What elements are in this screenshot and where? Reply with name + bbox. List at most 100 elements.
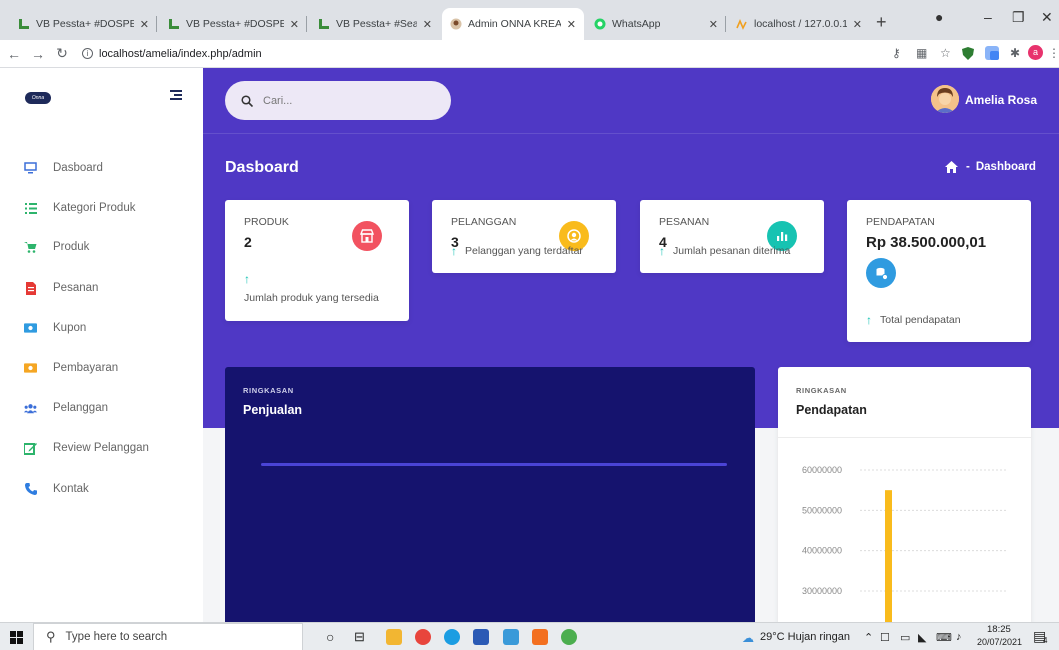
breadcrumb: - Dashboard [945, 161, 1036, 173]
document-icon [24, 281, 37, 295]
stat-card-pesanan: PESANAN 4 ↑ Jumlah pesanan diterima [640, 200, 824, 273]
panel-caption: RINGKASAN [243, 386, 294, 395]
weather-icon[interactable]: ☁ [742, 631, 754, 645]
logo[interactable]: Onna [25, 92, 51, 104]
sidebar-item-produk[interactable]: Produk [0, 235, 203, 259]
app-icon[interactable] [561, 629, 577, 645]
clock-date[interactable]: 20/07/2021 [977, 637, 1022, 647]
sidebar-item-label: Kontak [53, 483, 89, 495]
chart-bar[interactable] [885, 490, 892, 622]
site-info-icon[interactable]: i [82, 48, 93, 59]
taskbar-search[interactable]: ⚲ Type here to search [33, 623, 303, 650]
key-icon[interactable]: ⚷ [892, 46, 901, 60]
user-name[interactable]: Amelia Rosa [965, 93, 1037, 107]
extensions-puzzle-icon[interactable]: ✱ [1010, 46, 1020, 60]
main-content: Cari... Amelia Rosa Dasboard - Dashboard… [203, 68, 1059, 622]
edit-icon [24, 442, 37, 455]
browser-tab[interactable]: VB Pessta+ #DOSPEM ✕ [10, 8, 157, 40]
sidebar-item-pelanggan[interactable]: Pelanggan [0, 396, 203, 420]
browser-tab[interactable]: VB Pessta+ #DOSPEM ✕ [160, 8, 307, 40]
list-icon [24, 202, 37, 215]
home-icon[interactable] [945, 161, 958, 173]
y-tick-label: 40000000 [802, 546, 842, 556]
browser-tab-active[interactable]: Admin ONNA KREASI ✕ [442, 8, 584, 40]
phpmyadmin-icon [736, 18, 747, 30]
cortana-icon[interactable]: ○ [326, 629, 334, 645]
arrow-up-icon: ↑ [244, 272, 250, 286]
profile-avatar-icon[interactable]: a [1028, 45, 1043, 60]
new-tab-button[interactable]: + [876, 12, 887, 33]
forward-icon[interactable]: → [28, 46, 48, 62]
network-icon[interactable]: ◣ [918, 631, 926, 644]
tab-close-icon[interactable]: ✕ [567, 18, 576, 31]
browser-tab[interactable]: localhost / 127.0.0.1 / ✕ [728, 8, 870, 40]
tab-close-icon[interactable]: ✕ [290, 18, 299, 31]
restore-button[interactable]: ❐ [1012, 9, 1025, 26]
sidebar-item-kategori-produk[interactable]: Kategori Produk [0, 196, 203, 220]
tab-title: WhatsApp [612, 18, 661, 30]
translate-extension-icon[interactable] [985, 46, 999, 60]
xampp-icon[interactable] [532, 629, 548, 645]
breadcrumb-current[interactable]: Dashboard [976, 161, 1036, 173]
stat-label: PENDAPATAN [866, 216, 935, 228]
tab-separator [306, 16, 307, 32]
tab-separator [156, 16, 157, 32]
volume-icon[interactable]: ♪ [956, 631, 962, 643]
sidebar-item-review-pelanggan[interactable]: Review Pelanggan [0, 436, 203, 460]
sidebar-toggle-icon[interactable] [170, 90, 182, 102]
users-icon [24, 402, 37, 415]
edge-icon[interactable] [444, 629, 460, 645]
bookmark-star-icon[interactable]: ☆ [940, 46, 951, 60]
tab-close-icon[interactable]: ✕ [709, 18, 718, 31]
money-icon [24, 362, 37, 375]
search-input[interactable]: Cari... [225, 81, 451, 120]
stat-card-produk: PRODUK 2 ↑ Jumlah produk yang tersedia [225, 200, 409, 321]
income-bar-chart: 60000000 50000000 40000000 30000000 [802, 465, 1006, 622]
address-bar[interactable]: i localhost/amelia/index.php/admin [82, 48, 262, 60]
shield-extension-icon[interactable] [962, 47, 974, 60]
avatar[interactable] [931, 85, 959, 113]
reload-icon[interactable]: ↻ [52, 45, 72, 62]
browser-tab[interactable]: WhatsApp ✕ [586, 8, 726, 40]
tray-chevron-icon[interactable]: ⌃ [864, 631, 873, 644]
stat-description-row: ↑ Pelanggan yang terdaftar [451, 244, 583, 258]
translate-icon[interactable]: ▦ [916, 46, 927, 60]
tab-close-icon[interactable]: ✕ [853, 18, 862, 31]
chrome-icon[interactable] [415, 629, 431, 645]
sidebar-item-dashboard[interactable]: Dasboard [0, 156, 203, 180]
minimize-button[interactable]: – [984, 9, 992, 25]
window-close-button[interactable]: ✕ [1041, 9, 1053, 26]
tab-favicon-icon [319, 19, 329, 29]
stat-description: Jumlah pesanan diterima [673, 245, 791, 257]
browser-menu-icon[interactable]: ⋮ [1048, 46, 1059, 60]
breadcrumb-separator: - [966, 161, 970, 173]
photos-icon[interactable] [503, 629, 519, 645]
sidebar-item-pesanan[interactable]: Pesanan [0, 276, 203, 300]
tab-title: localhost / 127.0.0.1 / [754, 18, 847, 30]
tab-favicon-icon [19, 19, 29, 29]
tab-close-icon[interactable]: ✕ [423, 18, 432, 31]
sidebar-item-kontak[interactable]: Kontak [0, 477, 203, 501]
profile-dot-icon[interactable]: ● [935, 9, 943, 25]
search-icon: ⚲ [46, 629, 56, 644]
tab-close-icon[interactable]: ✕ [140, 18, 149, 31]
stat-description: Pelanggan yang terdaftar [465, 245, 583, 257]
arrow-up-icon: ↑ [451, 244, 457, 258]
clock-time[interactable]: 18:25 [987, 624, 1011, 635]
notification-count: 4 [1043, 636, 1048, 645]
sidebar-item-label: Pelanggan [53, 402, 108, 414]
sidebar-item-kupon[interactable]: Kupon [0, 316, 203, 340]
windows-start-icon[interactable] [10, 631, 23, 644]
back-icon[interactable]: ← [4, 46, 24, 62]
onedrive-icon[interactable]: ☐ [880, 631, 890, 644]
battery-icon[interactable]: ▭ [900, 631, 910, 644]
page-title: Dasboard [225, 159, 299, 176]
word-icon[interactable] [473, 629, 489, 645]
browser-tab[interactable]: VB Pessta+ #Search Vi ✕ [310, 8, 440, 40]
task-view-icon[interactable]: ⊟ [354, 629, 365, 645]
sidebar-item-pembayaran[interactable]: Pembayaran [0, 356, 203, 380]
weather-text[interactable]: 29°C Hujan ringan [760, 631, 850, 643]
keyboard-icon[interactable]: ⌨ [936, 631, 952, 644]
search-placeholder: Cari... [263, 94, 293, 107]
file-explorer-icon[interactable] [386, 629, 402, 645]
